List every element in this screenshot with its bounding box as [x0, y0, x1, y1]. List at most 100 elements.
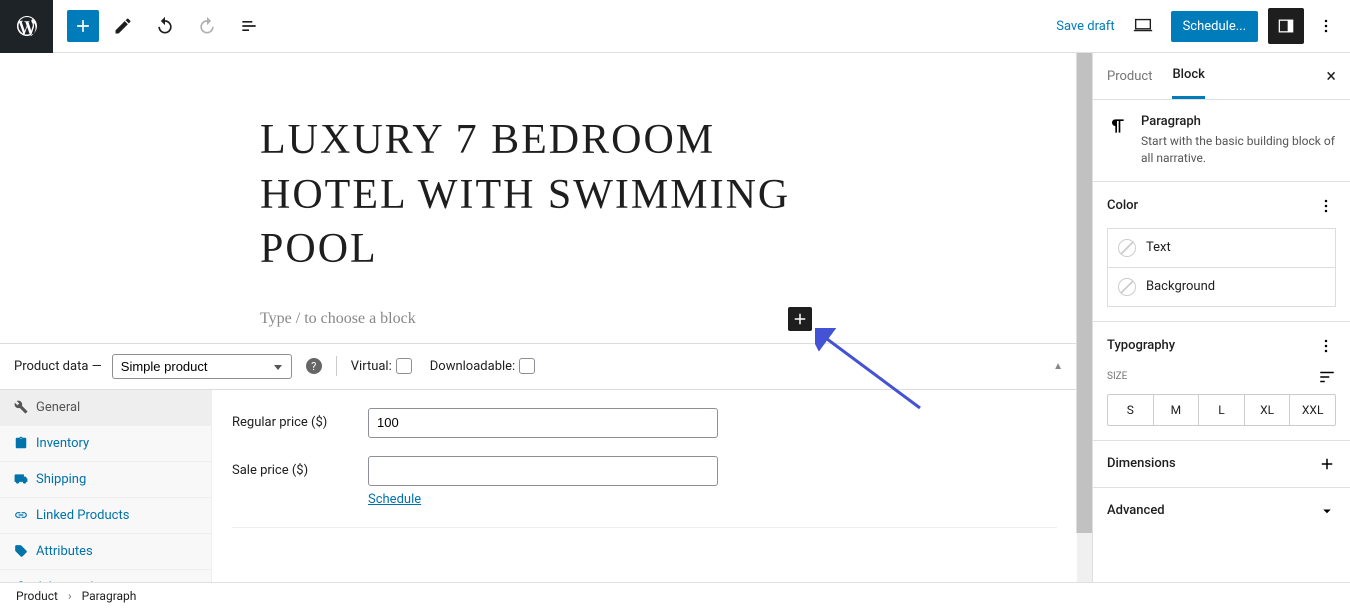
wordpress-icon — [15, 14, 39, 38]
paragraph-icon — [1107, 114, 1127, 167]
tab-label: Shipping — [36, 472, 86, 487]
schedule-button[interactable]: Schedule... — [1171, 11, 1258, 42]
link-icon — [14, 508, 28, 522]
size-xl-button[interactable]: XL — [1245, 395, 1291, 425]
virtual-label: Virtual: — [351, 359, 392, 374]
color-swatch-icon — [1118, 278, 1136, 296]
regular-price-label: Regular price ($) — [232, 415, 368, 430]
downloadable-checkbox[interactable] — [519, 358, 535, 374]
tab-label: Inventory — [36, 436, 89, 451]
close-sidebar-button[interactable]: × — [1326, 66, 1336, 87]
list-icon — [239, 16, 259, 36]
size-s-button[interactable]: S — [1108, 395, 1154, 425]
redo-button[interactable] — [189, 8, 225, 44]
product-type-help-icon[interactable]: ? — [306, 358, 322, 374]
tab-linked-products[interactable]: Linked Products — [0, 498, 211, 534]
tab-product[interactable]: Product — [1107, 55, 1152, 98]
settings-sidebar-button[interactable] — [1268, 8, 1304, 44]
undo-icon — [155, 16, 175, 36]
truck-icon — [14, 472, 28, 486]
collapse-panel-icon[interactable]: ▲ — [1053, 361, 1063, 372]
tab-label: Advanced — [36, 580, 93, 582]
color-swatch-icon — [1118, 239, 1136, 257]
edit-mode-button[interactable] — [105, 8, 141, 44]
downloadable-label: Downloadable: — [430, 359, 515, 374]
typography-section-title: Typography — [1107, 338, 1175, 353]
toolbar-right: Save draft Schedule... — [1056, 8, 1350, 44]
sale-price-input[interactable] — [368, 456, 718, 486]
product-type-select[interactable]: Simple product — [112, 354, 292, 379]
post-title[interactable]: LUXURY 7 BEDROOM HOTEL WITH SWIMMING POO… — [260, 113, 820, 277]
sidebar-icon — [1276, 16, 1296, 36]
editor-canvas: LUXURY 7 BEDROOM HOTEL WITH SWIMMING POO… — [0, 53, 1092, 343]
tab-advanced[interactable]: Advanced — [0, 570, 211, 582]
pencil-icon — [113, 16, 133, 36]
size-button-group: S M L XL XXL — [1107, 394, 1336, 426]
color-section: Color Text Background — [1093, 181, 1350, 321]
add-block-button[interactable] — [67, 10, 99, 42]
clipboard-icon — [14, 436, 28, 450]
dimensions-section[interactable]: Dimensions — [1093, 440, 1350, 487]
dimensions-title: Dimensions — [1107, 456, 1176, 471]
size-label: Size — [1107, 371, 1127, 382]
tab-shipping[interactable]: Shipping — [0, 462, 211, 498]
editor-area: LUXURY 7 BEDROOM HOTEL WITH SWIMMING POO… — [0, 53, 1092, 582]
tab-general[interactable]: General — [0, 390, 211, 426]
tab-block[interactable]: Block — [1172, 53, 1204, 99]
ellipsis-vertical-icon — [1316, 16, 1336, 36]
text-color-label: Text — [1146, 240, 1171, 255]
background-color-label: Background — [1146, 279, 1215, 294]
more-options-button[interactable] — [1314, 8, 1338, 44]
virtual-checkbox[interactable] — [396, 358, 412, 374]
color-section-title: Color — [1107, 198, 1138, 213]
document-overview-button[interactable] — [231, 8, 267, 44]
tab-inventory[interactable]: Inventory — [0, 426, 211, 462]
top-toolbar: Save draft Schedule... — [0, 0, 1350, 53]
size-xxl-button[interactable]: XXL — [1290, 395, 1335, 425]
gear-icon — [14, 580, 28, 582]
background-color-row[interactable]: Background — [1107, 268, 1336, 307]
sidebar-tabs: Product Block × — [1093, 53, 1350, 100]
advanced-title: Advanced — [1107, 503, 1165, 518]
product-data-tabs: General Inventory Shipping Linked Produc… — [0, 390, 212, 582]
tag-icon — [14, 544, 28, 558]
add-block-inline-button[interactable] — [788, 307, 812, 331]
schedule-sale-link[interactable]: Schedule — [368, 492, 421, 507]
advanced-section[interactable]: Advanced — [1093, 487, 1350, 534]
plus-icon — [1318, 455, 1336, 473]
tab-attributes[interactable]: Attributes — [0, 534, 211, 570]
view-button[interactable] — [1125, 8, 1161, 44]
tab-label: Attributes — [36, 544, 93, 559]
typography-section: Typography Size S M L XL XXL — [1093, 321, 1350, 440]
breadcrumb: Product › Paragraph — [0, 582, 1350, 608]
chevron-down-icon — [1318, 502, 1336, 520]
wrench-icon — [14, 400, 28, 414]
product-data-header: Product data — Simple product ? Virtual:… — [0, 344, 1077, 390]
ellipsis-vertical-icon[interactable] — [1316, 336, 1336, 356]
settings-sidebar: Product Block × Paragraph Start with the… — [1092, 53, 1350, 582]
text-color-row[interactable]: Text — [1107, 228, 1336, 268]
plus-icon — [791, 310, 809, 328]
wordpress-logo[interactable] — [0, 0, 53, 53]
breadcrumb-separator: › — [68, 589, 72, 603]
ellipsis-vertical-icon[interactable] — [1316, 196, 1336, 216]
breadcrumb-paragraph[interactable]: Paragraph — [82, 589, 137, 603]
save-draft-link[interactable]: Save draft — [1056, 19, 1114, 34]
block-description: Start with the basic building block of a… — [1141, 133, 1336, 167]
product-data-panel: Product data — Simple product ? Virtual:… — [0, 343, 1077, 582]
sale-price-label: Sale price ($) — [232, 463, 368, 478]
breadcrumb-product[interactable]: Product — [16, 589, 58, 603]
size-l-button[interactable]: L — [1199, 395, 1245, 425]
block-placeholder[interactable]: Type / to choose a block — [260, 310, 788, 328]
separator — [336, 356, 337, 376]
redo-icon — [197, 16, 217, 36]
tab-label: General — [36, 400, 80, 415]
product-data-content: Regular price ($) Sale price ($) Schedul… — [212, 390, 1077, 582]
size-m-button[interactable]: M — [1154, 395, 1200, 425]
tab-label: Linked Products — [36, 508, 129, 523]
plus-icon — [73, 16, 93, 36]
sliders-icon[interactable] — [1318, 368, 1336, 386]
regular-price-input[interactable] — [368, 408, 718, 438]
undo-button[interactable] — [147, 8, 183, 44]
desktop-icon — [1132, 15, 1154, 37]
